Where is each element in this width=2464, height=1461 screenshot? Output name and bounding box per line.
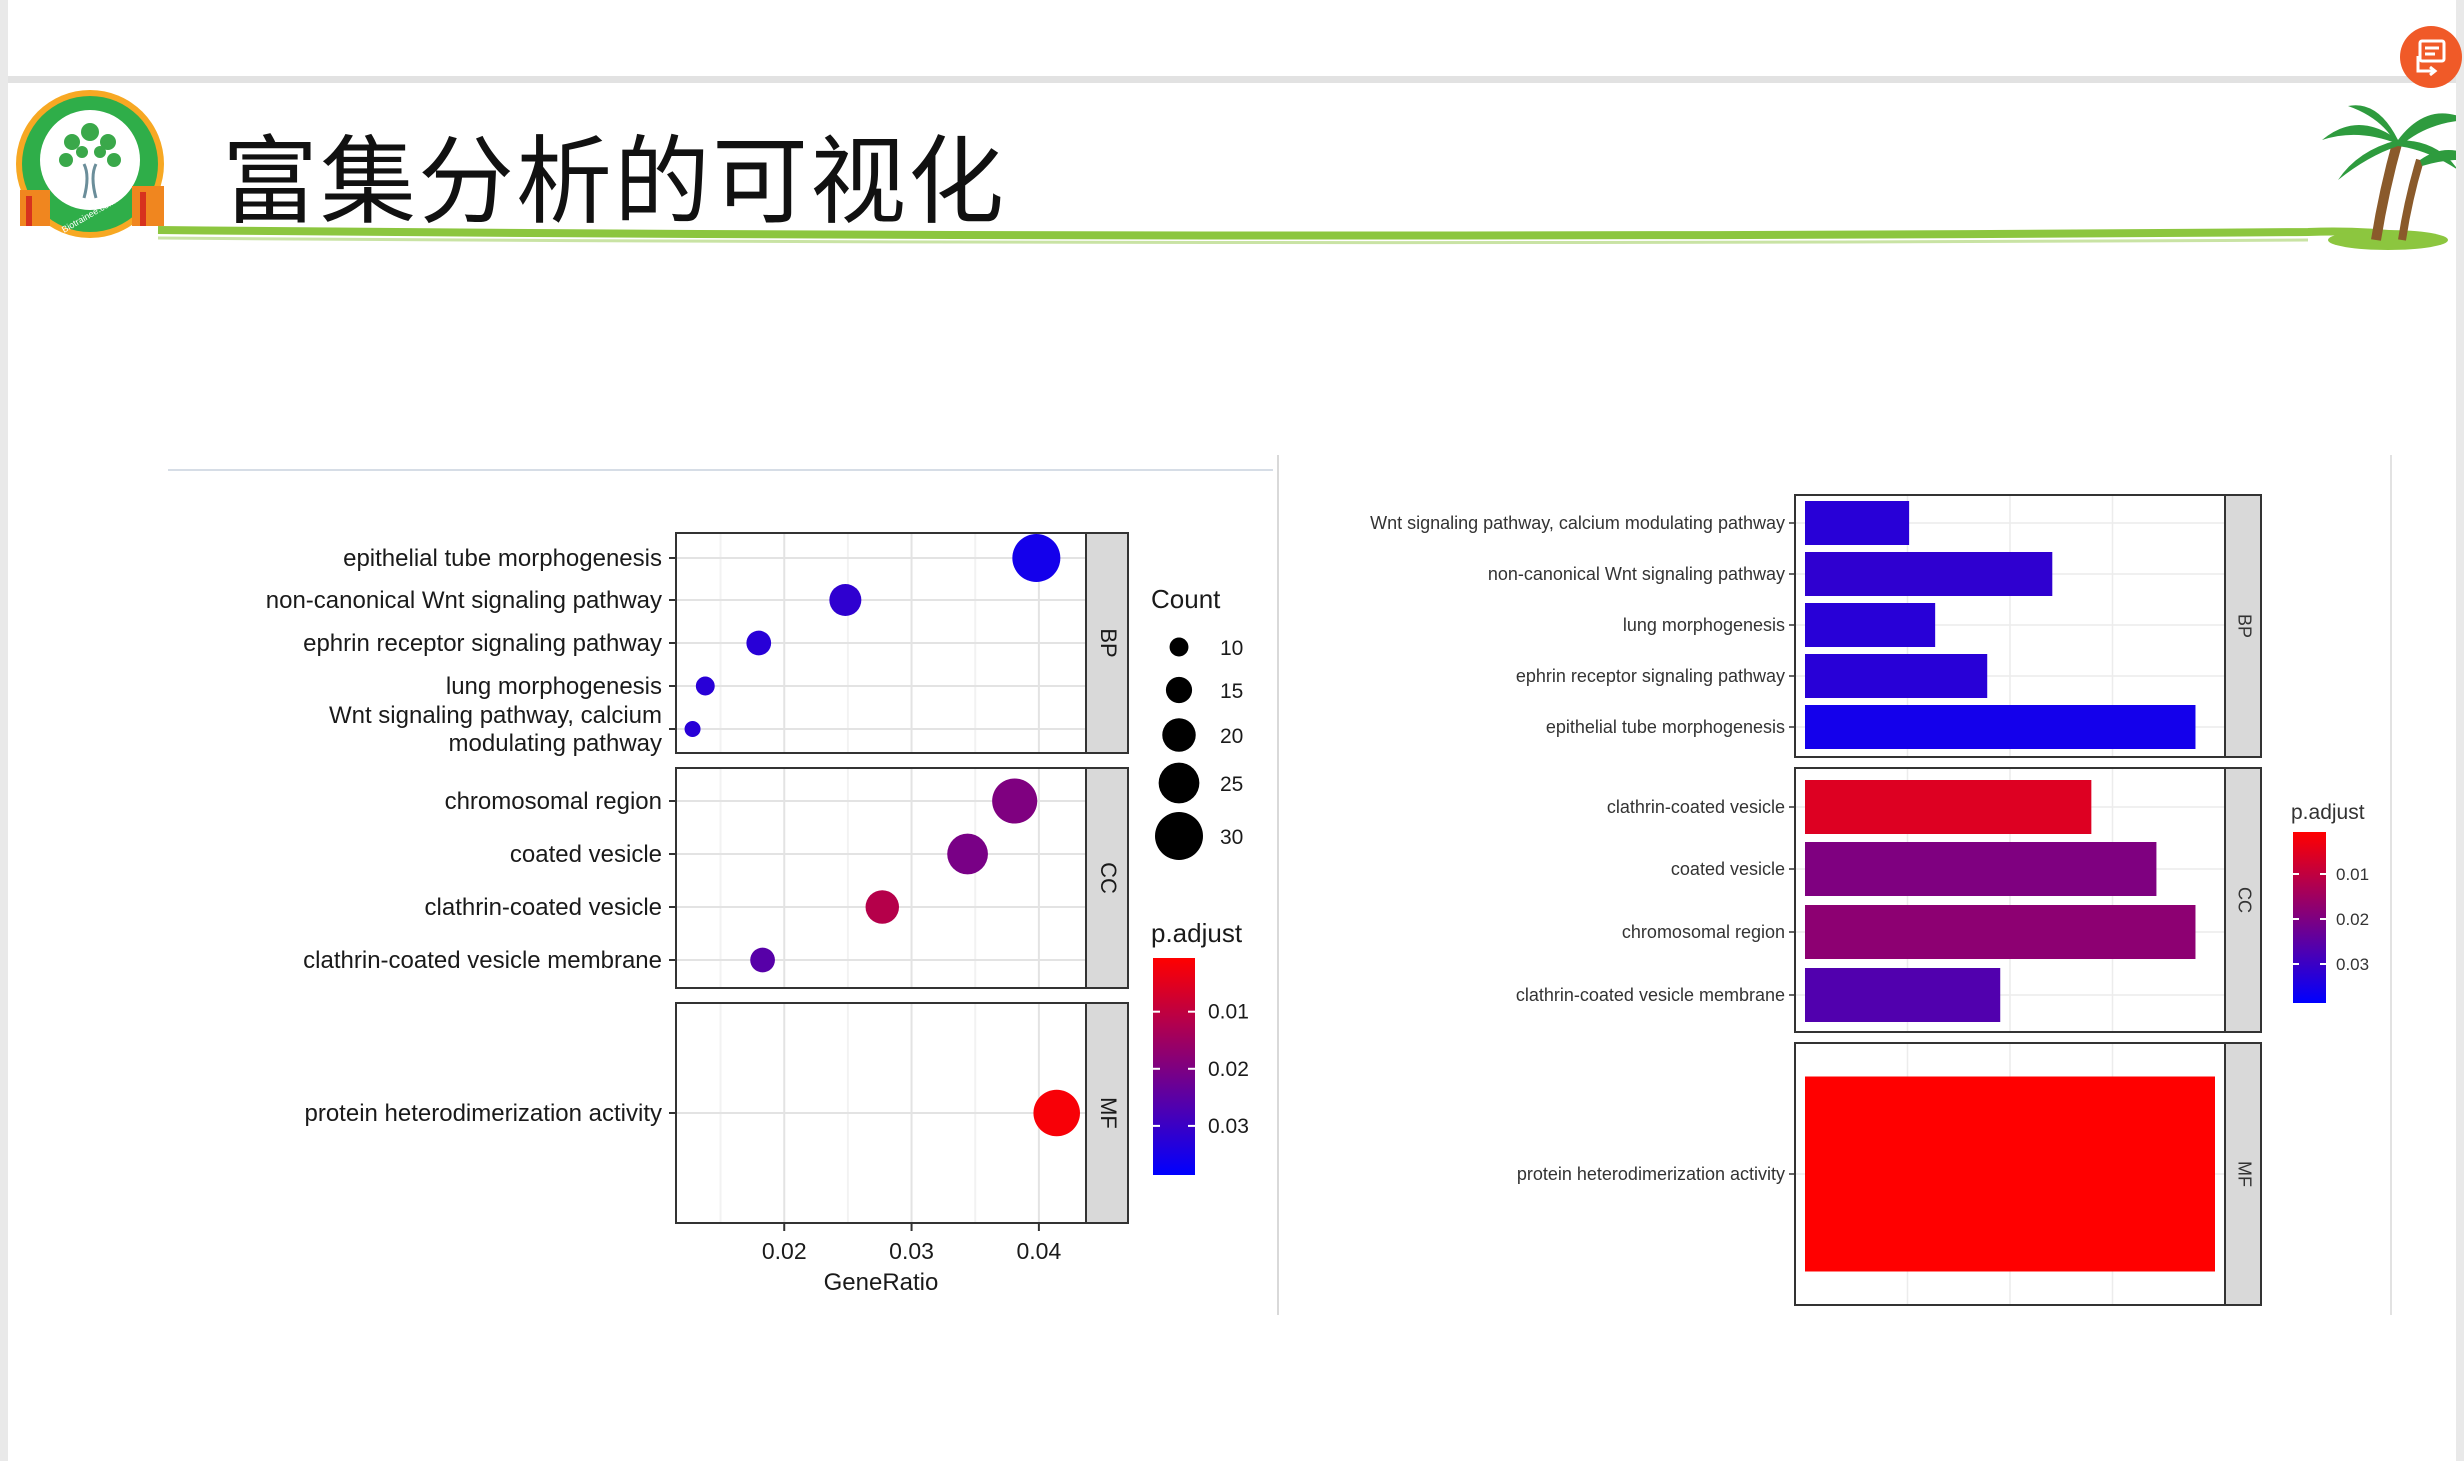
dot-coated-vesicle	[947, 833, 988, 875]
count-legend-dot	[1155, 812, 1203, 860]
facet-label: CC	[2234, 887, 2254, 913]
bar-term-label: ephrin receptor signaling pathway	[1516, 666, 1785, 686]
share-button[interactable]	[2400, 26, 2462, 88]
slide-title: 富集分析的可视化	[222, 126, 1006, 238]
dot-epithelial-tube-morphogenesis	[1012, 534, 1061, 582]
bar-term-label: protein heterodimerization activity	[1517, 1164, 1785, 1184]
term-label: ephrin receptor signaling pathway	[303, 630, 662, 657]
padj-tick-label: 0.03	[2336, 955, 2369, 974]
facet-panel-mf: protein heterodimerization activity MF	[304, 1002, 1129, 1224]
bar-facet-panel-bp: Wnt signaling pathway, calcium modulatin…	[1370, 494, 2262, 758]
facet-label: MF	[1096, 1097, 1121, 1129]
x-tick-label: 0.03	[889, 1238, 934, 1264]
dot-lung-morphogenesis	[695, 676, 715, 696]
padj-tick-label: 0.01	[1208, 1001, 1249, 1024]
bar-term-label: chromosomal region	[1622, 922, 1785, 942]
padj-tick-label: 0.01	[2336, 865, 2369, 884]
dot-chromosomal-region	[992, 778, 1038, 824]
barplot-chart: Wnt signaling pathway, calcium modulatin…	[1370, 455, 2392, 1315]
slide: Biotrainee.com 富集分析的可视化 epithelial tube …	[8, 0, 2462, 1461]
facet-label: MF	[2234, 1161, 2254, 1187]
term-label: coated vesicle	[510, 841, 662, 868]
bar-term-label: non-canonical Wnt signaling pathway	[1488, 564, 1785, 584]
count-legend-dot	[1162, 718, 1196, 752]
dot-non-canonical-wnt-signaling-pathway	[829, 584, 862, 616]
share-icon	[2416, 39, 2446, 77]
facet-label: BP	[1096, 628, 1121, 657]
top-band	[8, 0, 2456, 83]
dot-clathrin-coated-vesicle	[865, 890, 900, 924]
term-label: protein heterodimerization activity	[304, 1100, 662, 1127]
facet-label: CC	[1096, 862, 1121, 894]
bar-non-canonical-wnt-signaling-pathway	[1805, 552, 2053, 596]
bar-term-label: lung morphogenesis	[1623, 615, 1785, 635]
bar-facet-panel-mf: protein heterodimerization activity MF	[1517, 1042, 2262, 1306]
facet-panel-bp: epithelial tube morphogenesis non-canonic…	[266, 532, 1129, 757]
dot-protein-heterodimerization-activity	[1033, 1089, 1080, 1137]
dot-clathrin-coated-vesicle-membrane	[750, 947, 775, 973]
padj-tick-label: 0.02	[2336, 910, 2369, 929]
padj-colorbar	[1153, 958, 1195, 1175]
term-label: non-canonical Wnt signaling pathway	[266, 587, 662, 614]
bar-chromosomal-region	[1805, 905, 2196, 959]
bar-lung-morphogenesis	[1805, 603, 1936, 647]
bar-wnt-signaling-pathway-calcium-modulating-pathway	[1805, 501, 1910, 545]
count-legend-dot	[1158, 762, 1200, 804]
count-legend-title: Count	[1151, 584, 1221, 614]
padj-tick-label: 0.02	[1208, 1058, 1249, 1081]
bar-term-label: clathrin-coated vesicle	[1607, 797, 1785, 817]
bar-term-label: clathrin-coated vesicle membrane	[1516, 985, 1785, 1005]
padj-legend-title: p.adjust	[1151, 918, 1243, 948]
bar-epithelial-tube-morphogenesis	[1805, 705, 2196, 749]
bar-term-label: Wnt signaling pathway, calcium modulatin…	[1370, 513, 1785, 533]
term-label: clathrin-coated vesicle membrane	[303, 947, 662, 974]
bar-protein-heterodimerization-activity	[1805, 1076, 2215, 1272]
bar-clathrin-coated-vesicle	[1805, 780, 2092, 834]
dot-wnt-signaling-pathway-calcium-modulating-pathway	[684, 721, 701, 737]
bar-ephrin-receptor-signaling-pathway	[1805, 654, 1988, 698]
bar-term-label: epithelial tube morphogenesis	[1546, 717, 1785, 737]
count-legend-label: 25	[1220, 773, 1243, 796]
count-legend-label: 10	[1220, 637, 1243, 660]
dotplot-chart: epithelial tube morphogenesis non-canonic…	[168, 455, 1279, 1315]
term-label: clathrin-coated vesicle	[425, 894, 662, 921]
count-legend-dot	[1169, 637, 1189, 657]
facet-label: BP	[2234, 614, 2254, 638]
term-label: chromosomal region	[445, 788, 662, 815]
term-label: Wnt signaling pathway, calcium	[329, 702, 662, 729]
bar-clathrin-coated-vesicle-membrane	[1805, 968, 2001, 1022]
x-axis-title: GeneRatio	[824, 1269, 939, 1296]
count-legend-dot	[1165, 676, 1193, 704]
bar-facet-panel-cc: clathrin-coated vesicle coated vesicle chr…	[1516, 767, 2262, 1033]
bar-term-label: coated vesicle	[1671, 859, 1785, 879]
bar-coated-vesicle	[1805, 842, 2157, 896]
x-tick-label: 0.04	[1017, 1238, 1062, 1264]
count-legend-label: 20	[1220, 725, 1243, 748]
term-label: modulating pathway	[449, 730, 662, 757]
count-legend-label: 15	[1220, 680, 1243, 703]
padj-colorbar	[2293, 832, 2326, 1003]
term-label: lung morphogenesis	[446, 673, 662, 700]
term-label: epithelial tube morphogenesis	[343, 545, 662, 572]
facet-panel-cc: chromosomal region coated vesicle clathrin…	[303, 767, 1129, 989]
logo-icon: Biotrainee.com	[16, 90, 164, 238]
padj-legend-title: p.adjust	[2291, 801, 2365, 824]
x-tick-label: 0.02	[762, 1238, 807, 1264]
dot-ephrin-receptor-signaling-pathway	[746, 630, 772, 656]
count-legend-label: 30	[1220, 826, 1243, 849]
padj-tick-label: 0.03	[1208, 1115, 1249, 1138]
